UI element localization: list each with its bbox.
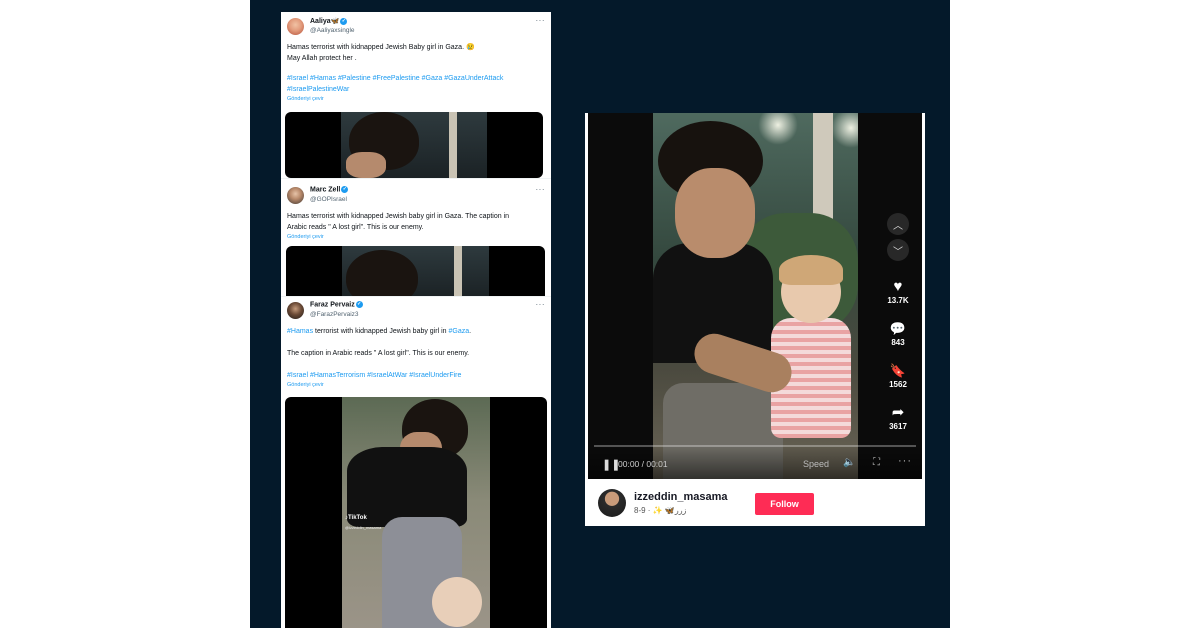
fullscreen-icon[interactable]: ⛶ bbox=[873, 457, 880, 468]
avatar[interactable] bbox=[287, 18, 304, 35]
more-options-icon[interactable]: ··· bbox=[536, 185, 546, 194]
display-name[interactable]: Faraz Pervaiz ✓ bbox=[310, 301, 363, 308]
tweet-text-line: Hamas terrorist with kidnapped Jewish Ba… bbox=[287, 44, 475, 51]
display-name[interactable]: Marc Zell ✓ bbox=[310, 186, 349, 193]
tweet-hashtags[interactable]: #Israel #HamasTerrorism #IsraelAtWar #Is… bbox=[281, 370, 551, 381]
tiktok-watermark: ♪TikTok bbox=[345, 515, 367, 521]
tweet-header: Marc Zell ✓ @GOPIsrael ··· bbox=[281, 179, 551, 205]
tiktok-username[interactable]: izzeddin_masama bbox=[634, 491, 728, 503]
tweet-text: Hamas terrorist with kidnapped Jewish Ba… bbox=[281, 42, 551, 64]
tweet-aaliya: Aaliya🦋 ✓ @Aaliyaxsingle ··· Hamas terror… bbox=[281, 12, 551, 178]
verified-badge-icon: ✓ bbox=[340, 17, 348, 25]
save-count: 1562 bbox=[889, 380, 907, 389]
tweet-text-line: May Allah protect her . bbox=[287, 55, 357, 62]
share-count: 3617 bbox=[889, 422, 907, 431]
hashtag-link[interactable]: #Hamas bbox=[287, 328, 313, 335]
volume-icon[interactable]: 🔈 bbox=[843, 457, 855, 468]
user-handle[interactable]: @FarazPervaiz3 bbox=[310, 311, 359, 318]
translate-link[interactable]: Gönderiyi çevir bbox=[281, 233, 551, 242]
verified-badge-icon: ✓ bbox=[355, 301, 363, 308]
tiktok-user-subtitle: زرر🦋 ✨ · 9-8 bbox=[634, 506, 687, 515]
tweet-video-thumbnail[interactable] bbox=[286, 246, 545, 297]
share-arrow-icon[interactable]: ➦ bbox=[892, 405, 905, 421]
tweet-text: Hamas terrorist with kidnapped Jewish ba… bbox=[281, 211, 551, 233]
user-handle[interactable]: @Aaliyaxsingle bbox=[310, 27, 355, 34]
user-handle[interactable]: @GOPIsrael bbox=[310, 196, 347, 203]
tweet-header: Faraz Pervaiz ✓ @FarazPervaiz3 ··· bbox=[281, 297, 551, 323]
avatar[interactable] bbox=[287, 302, 304, 319]
tweet-text: #Hamas terrorist with kidnapped Jewish b… bbox=[281, 326, 551, 359]
follow-button[interactable]: Follow bbox=[755, 493, 814, 515]
tweet-faraz-pervaiz: Faraz Pervaiz ✓ @FarazPervaiz3 ··· #Hamas… bbox=[281, 296, 551, 628]
next-video-chevron-down-icon[interactable]: ﹀ bbox=[887, 239, 909, 261]
tiktok-author-bar: izzeddin_masama زرر🦋 ✨ · 9-8 Follow bbox=[585, 479, 925, 526]
speed-button[interactable]: Speed bbox=[803, 459, 829, 469]
translate-link[interactable]: Gönderiyi çevir bbox=[281, 95, 551, 104]
video-frame bbox=[653, 113, 858, 479]
more-options-icon[interactable]: ··· bbox=[536, 300, 546, 309]
tweet-text-line: Hamas terrorist with kidnapped Jewish ba… bbox=[287, 213, 510, 220]
previous-video-chevron-up-icon[interactable]: ︿ bbox=[887, 213, 909, 235]
video-controls-bar: ❚❚ 00:00 / 00:01 Speed 🔈 ⛶ ··· bbox=[588, 445, 922, 479]
video-frame bbox=[342, 246, 489, 297]
avatar[interactable] bbox=[287, 187, 304, 204]
translate-link[interactable]: Gönderiyi çevir bbox=[281, 381, 551, 390]
tweet-text-line: The caption in Arabic reads " A lost gir… bbox=[287, 350, 470, 357]
playback-time: 00:00 / 00:01 bbox=[618, 459, 668, 469]
video-frame bbox=[341, 112, 487, 178]
like-heart-icon[interactable]: ♥ bbox=[894, 279, 903, 295]
tiktok-action-rail: ︿ ﹀ ♥ 13.7K 💬 843 🔖 1562 ➦ 3617 bbox=[886, 213, 910, 433]
comment-count: 843 bbox=[891, 338, 905, 347]
avatar[interactable] bbox=[598, 489, 626, 517]
more-options-icon[interactable]: ··· bbox=[536, 16, 546, 25]
collage-background: Aaliya🦋 ✓ @Aaliyaxsingle ··· Hamas terror… bbox=[250, 0, 950, 628]
hashtag-line[interactable]: #IsraelPalestineWar bbox=[287, 84, 545, 95]
verified-badge-icon: ✓ bbox=[341, 186, 349, 193]
tweet-video-thumbnail[interactable] bbox=[285, 112, 543, 178]
video-progress-bar[interactable] bbox=[594, 445, 916, 447]
tweet-hashtags[interactable]: #Israel #Hamas #Palestine #FreePalestine… bbox=[281, 73, 551, 95]
hashtag-line[interactable]: #Israel #Hamas #Palestine #FreePalestine… bbox=[287, 73, 545, 84]
like-count: 13.7K bbox=[887, 296, 909, 305]
video-frame: ♪TikTok @izzeddin_masama bbox=[342, 397, 490, 628]
tweet-text-line: Arabic reads " A lost girl". This is our… bbox=[287, 224, 424, 231]
tweet-video-player[interactable]: ♪TikTok @izzeddin_masama bbox=[285, 397, 547, 628]
tweet-text-line: #Hamas terrorist with kidnapped Jewish b… bbox=[287, 328, 472, 335]
hashtag-link[interactable]: #Gaza bbox=[448, 328, 469, 335]
bookmark-icon[interactable]: 🔖 bbox=[890, 363, 906, 379]
tweet-header: Aaliya🦋 ✓ @Aaliyaxsingle ··· bbox=[281, 12, 551, 38]
display-name[interactable]: Aaliya🦋 ✓ bbox=[310, 17, 348, 25]
twitter-feed: Aaliya🦋 ✓ @Aaliyaxsingle ··· Hamas terror… bbox=[281, 12, 551, 628]
comment-icon[interactable]: 💬 bbox=[890, 321, 906, 337]
tiktok-watermark-handle: @izzeddin_masama bbox=[345, 525, 382, 530]
tiktok-embed: ︿ ﹀ ♥ 13.7K 💬 843 🔖 1562 ➦ 3617 ❚❚ 00:00… bbox=[585, 113, 925, 526]
tiktok-video-player[interactable]: ︿ ﹀ ♥ 13.7K 💬 843 🔖 1562 ➦ 3617 ❚❚ 00:00… bbox=[588, 113, 922, 479]
tweet-marc-zell: Marc Zell ✓ @GOPIsrael ··· Hamas terroris… bbox=[281, 178, 551, 297]
more-options-icon[interactable]: ··· bbox=[898, 455, 912, 467]
